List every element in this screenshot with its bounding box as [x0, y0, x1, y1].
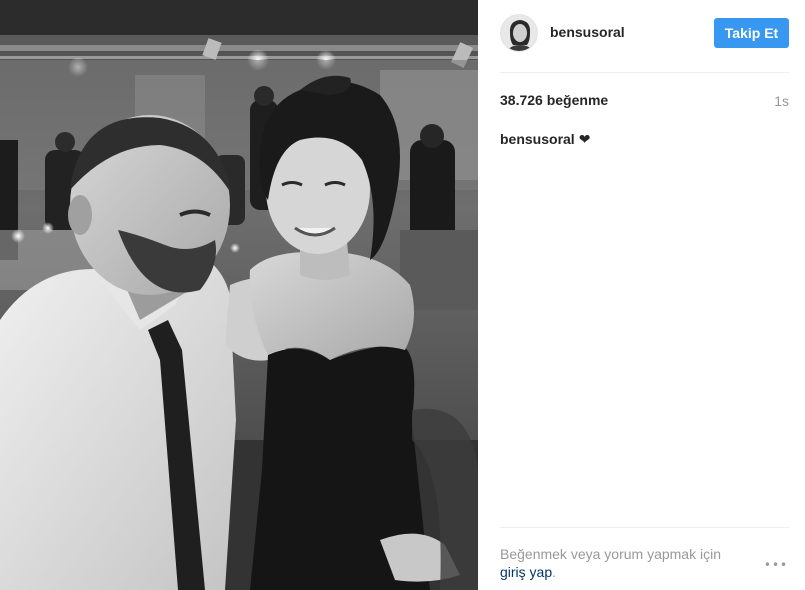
post-photo-image	[0, 0, 478, 590]
instagram-post: bensusoral Takip Et 38.726 beğenme 1s be…	[0, 0, 805, 590]
likes-count[interactable]: 38.726 beğenme	[500, 92, 608, 108]
more-options-icon[interactable]: •••	[763, 558, 789, 572]
avatar-icon	[501, 15, 537, 51]
login-suffix: .	[552, 564, 557, 580]
login-link[interactable]: giriş yap	[500, 564, 552, 580]
login-prompt-text: Beğenmek veya yorum yapmak için	[500, 546, 721, 562]
post-time[interactable]: 1s	[774, 93, 789, 109]
post-header: bensusoral Takip Et	[500, 0, 789, 73]
login-prompt: Beğenmek veya yorum yapmak için giriş ya…	[500, 545, 750, 581]
post-caption: bensusoral ❤	[500, 131, 789, 148]
post-sidebar: bensusoral Takip Et 38.726 beğenme 1s be…	[478, 0, 805, 590]
post-photo[interactable]	[0, 0, 478, 590]
heart-icon: ❤	[578, 131, 591, 147]
post-footer: Beğenmek veya yorum yapmak için giriş ya…	[500, 527, 789, 590]
follow-button[interactable]: Takip Et	[714, 18, 789, 48]
header-username-link[interactable]: bensusoral	[550, 24, 625, 40]
stats-row: 38.726 beğenme 1s	[500, 92, 789, 112]
user-avatar[interactable]	[500, 14, 538, 52]
caption-username-link[interactable]: bensusoral	[500, 131, 575, 147]
